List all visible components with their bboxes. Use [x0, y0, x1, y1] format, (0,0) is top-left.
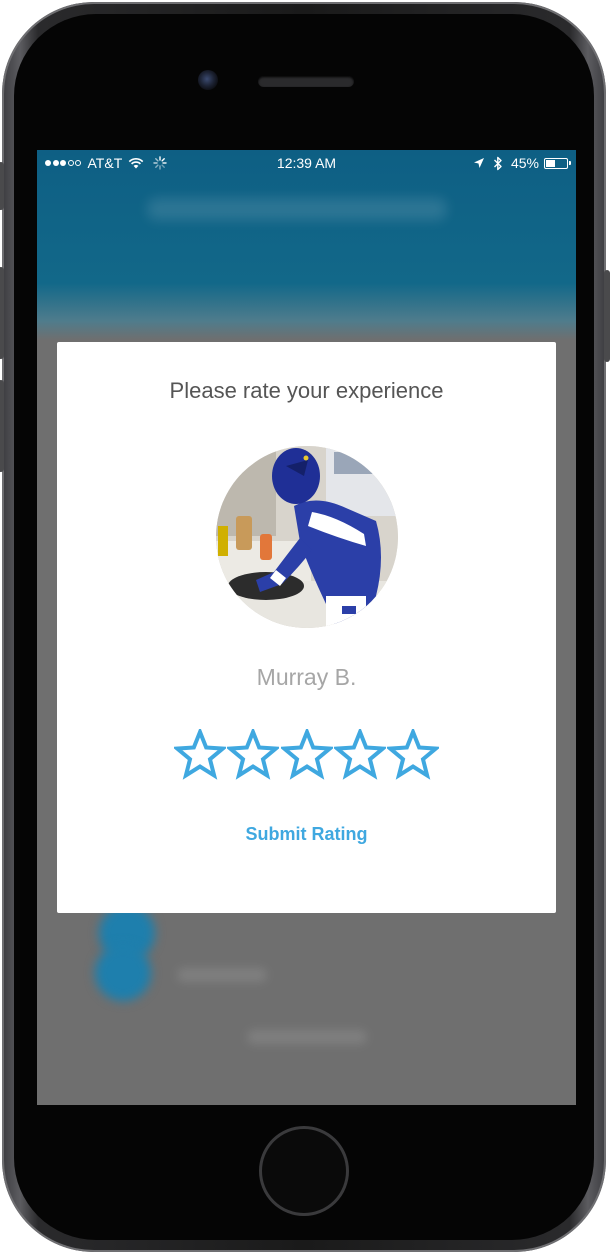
star-icon[interactable] [280, 729, 333, 781]
blurred-background-icon [95, 945, 151, 1001]
volume-up-button [0, 267, 4, 359]
blurred-header-title [147, 198, 447, 220]
earpiece-speaker [258, 76, 354, 87]
blurred-background-text [177, 968, 267, 982]
volume-down-button [0, 380, 4, 472]
home-button[interactable] [259, 1126, 349, 1216]
star-rating[interactable] [174, 729, 439, 785]
avatar [216, 446, 398, 628]
power-button [604, 270, 610, 362]
status-bar: AT&T 12:39 AM 45% [37, 150, 576, 176]
bluetooth-icon [493, 156, 502, 170]
avatar-photo [216, 446, 398, 628]
dialog-title: Please rate your experience [169, 378, 444, 403]
submit-rating-button[interactable]: Submit Rating [57, 824, 556, 845]
user-name: Murray B. [256, 664, 357, 690]
battery-icon [544, 157, 571, 169]
app-header-background [37, 150, 576, 340]
front-camera [198, 70, 218, 90]
battery-percent: 45% [510, 155, 539, 171]
star-icon[interactable] [387, 729, 439, 781]
app-screen: AT&T 12:39 AM 45% Please rate your exper… [37, 150, 576, 1105]
blurred-background-text [247, 1030, 367, 1044]
location-arrow-icon [473, 158, 484, 168]
rating-dialog: Please rate your experience Murray B. Su… [57, 342, 556, 913]
mute-switch [0, 162, 4, 210]
star-icon[interactable] [333, 729, 386, 781]
status-right: 45% [473, 150, 571, 176]
battery-level [546, 159, 555, 167]
star-icon[interactable] [227, 729, 280, 781]
star-icon[interactable] [174, 729, 226, 781]
